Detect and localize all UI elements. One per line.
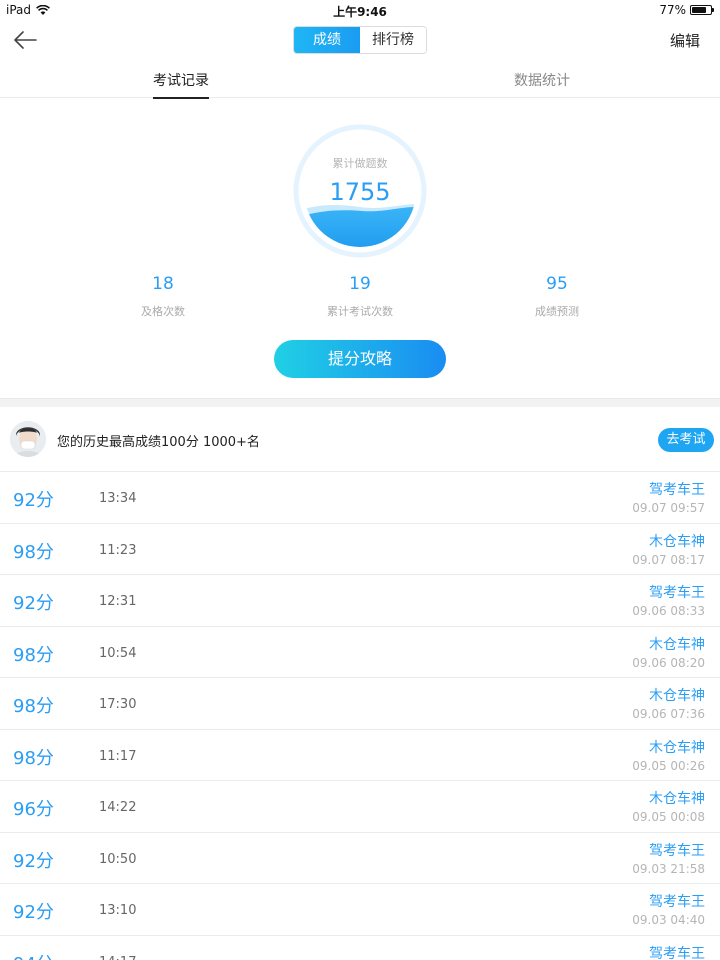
record-vehicle: 木仓车神 [649, 636, 705, 653]
record-row[interactable]: 98分 11:23 木仓车神 09.07 08:17 [0, 524, 720, 575]
record-duration: 10:54 [99, 645, 137, 661]
tab-exam-records[interactable]: 考试记录 [153, 70, 209, 99]
back-button[interactable] [12, 28, 40, 52]
record-vehicle: 木仓车神 [649, 688, 705, 704]
best-score-row: 您的历史最高成绩100分 1000+名 去考试 [0, 407, 720, 472]
record-date: 09.03 04:40 [632, 913, 705, 927]
record-date: 09.07 09:57 [632, 501, 705, 515]
status-right: 77% [659, 3, 714, 17]
record-row[interactable]: 92分 12:31 驾考车王 09.06 08:33 [0, 575, 720, 627]
record-date: 09.05 00:08 [632, 810, 705, 824]
take-exam-button[interactable]: 去考试 [658, 428, 714, 452]
record-vehicle: 驾考车王 [649, 482, 705, 498]
status-time: 上午9:46 [333, 5, 387, 19]
record-score: 98分 [13, 747, 54, 769]
record-row[interactable]: 96分 14:22 木仓车神 09.05 00:08 [0, 781, 720, 833]
record-score: 92分 [13, 593, 54, 614]
record-row[interactable]: 92分 10:50 驾考车王 09.03 21:58 [0, 833, 720, 884]
stats-row: 18 及格次数 19 累计考试次数 95 成绩预测 [0, 274, 720, 324]
stat-label: 及格次数 [141, 305, 185, 318]
stat-label: 成绩预测 [535, 305, 579, 318]
score-tips-button[interactable]: 提分攻略 [274, 340, 446, 378]
best-score-text: 您的历史最高成绩100分 1000+名 [57, 435, 260, 450]
nav-bar: 成绩 排行榜 编辑 [0, 22, 720, 60]
record-score: 92分 [13, 850, 54, 872]
record-date: 09.07 08:17 [632, 552, 705, 567]
gauge-value: 1755 [329, 178, 391, 206]
record-date: 09.06 08:20 [632, 655, 705, 670]
segmented-control: 成绩 排行榜 [293, 26, 427, 54]
record-score: 96分 [13, 799, 54, 820]
record-vehicle: 驾考车王 [649, 585, 705, 601]
stat-label: 累计考试次数 [327, 305, 393, 318]
record-duration: 17:30 [99, 697, 137, 712]
edit-button[interactable]: 编辑 [670, 30, 700, 51]
record-date: 09.06 07:36 [632, 707, 705, 721]
stat-value: 18 [152, 274, 174, 294]
record-score: 94分 [13, 950, 54, 960]
stat-pass-count: 18 及格次数 [103, 274, 223, 319]
exam-records-list: 92分 13:34 驾考车王 09.07 09:57 98分 11:23 木仓车神 09.07… [0, 472, 720, 960]
record-row[interactable]: 94分 14:17 驾考车王 [0, 936, 720, 960]
record-vehicle: 驾考车王 [649, 894, 705, 910]
stat-value: 19 [349, 274, 371, 294]
record-date: 09.06 08:33 [632, 604, 705, 618]
record-date: 09.03 21:58 [632, 861, 705, 876]
record-score: 92分 [13, 490, 54, 511]
record-duration: 11:17 [99, 748, 137, 764]
record-duration: 10:50 [99, 851, 137, 867]
record-duration: 13:10 [99, 903, 137, 918]
record-score: 98分 [13, 696, 54, 717]
record-row[interactable]: 98分 17:30 木仓车神 09.06 07:36 [0, 678, 720, 730]
record-score: 98分 [13, 644, 54, 666]
segment-scores[interactable]: 成绩 [294, 27, 360, 53]
gauge-label: 累计做题数 [332, 157, 388, 170]
avatar[interactable] [10, 421, 46, 457]
section-divider [0, 398, 720, 407]
segment-leaderboard[interactable]: 排行榜 [360, 27, 426, 53]
record-row[interactable]: 92分 13:34 驾考车王 09.07 09:57 [0, 472, 720, 524]
record-row[interactable]: 98分 10:54 木仓车神 09.06 08:20 [0, 627, 720, 678]
record-duration: 14:17 [99, 955, 136, 960]
battery-icon [690, 5, 714, 15]
tab-exam-records-label: 考试记录 [153, 73, 209, 89]
record-duration: 12:31 [99, 594, 137, 609]
arrow-left-icon [14, 31, 37, 49]
status-bar: iPad 上午9:46 77% [0, 0, 720, 20]
record-date: 09.05 00:26 [632, 758, 705, 773]
stat-value: 95 [546, 274, 568, 294]
sub-tabs: 考试记录 数据统计 [0, 64, 720, 99]
record-duration: 11:23 [99, 542, 137, 558]
record-row[interactable]: 92分 13:10 驾考车王 09.03 04:40 [0, 884, 720, 936]
user-avatar-icon [10, 421, 46, 457]
tab-data-stats[interactable]: 数据统计 [514, 70, 570, 90]
record-duration: 13:34 [99, 491, 137, 506]
record-row[interactable]: 98分 11:17 木仓车神 09.05 00:26 [0, 730, 720, 781]
stat-exam-count: 19 累计考试次数 [300, 274, 420, 319]
stat-score-prediction: 95 成绩预测 [497, 274, 617, 319]
record-vehicle: 木仓车神 [649, 739, 705, 756]
record-score: 92分 [13, 902, 54, 923]
record-vehicle: 木仓车神 [649, 533, 705, 550]
record-score: 98分 [13, 541, 54, 563]
battery-level [692, 7, 706, 13]
battery-percent: 77% [659, 3, 686, 17]
record-vehicle: 驾考车王 [649, 945, 705, 960]
record-vehicle: 木仓车神 [649, 791, 705, 807]
record-duration: 14:22 [99, 800, 137, 815]
tab-underline [153, 97, 209, 99]
record-vehicle: 驾考车王 [649, 842, 705, 859]
